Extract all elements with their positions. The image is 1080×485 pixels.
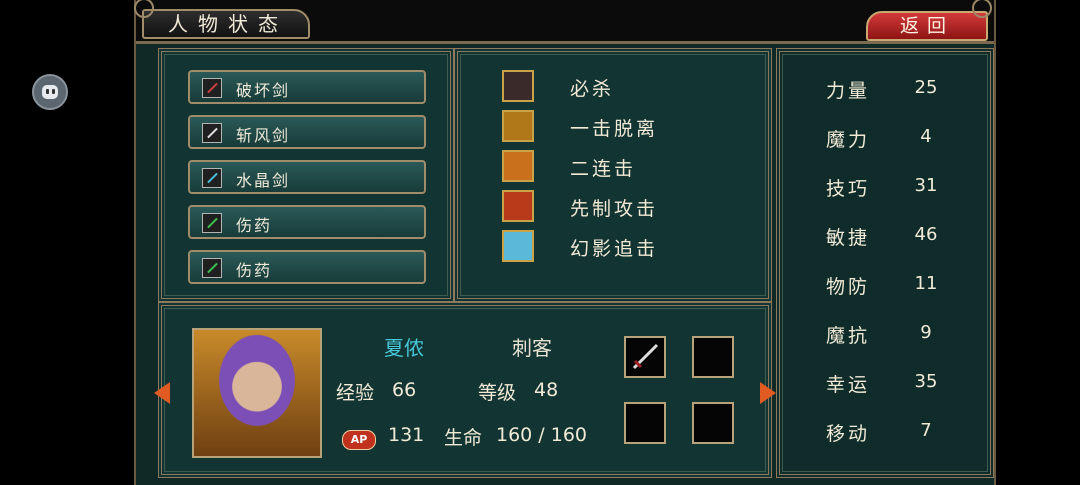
equipment-slot[interactable] <box>624 336 666 378</box>
phantom-slash-icon[interactable] <box>502 230 534 262</box>
item-slot[interactable]: 破坏剑 <box>188 70 426 104</box>
skills-panel: 必杀 一击脱离 二连击 先制攻击 幻影追击 <box>454 48 772 302</box>
item-label: 破坏剑 <box>236 81 291 100</box>
skill-label: 先制攻击 <box>570 198 659 220</box>
hp-label: 生命 <box>444 427 483 449</box>
prev-character-arrow-icon[interactable] <box>154 382 170 404</box>
skill-label: 必杀 <box>570 78 615 100</box>
item-label: 水晶剑 <box>236 171 291 190</box>
character-panel: 夏侬 刺客 经验 66 等级 48 AP 131 生命 160 / 160 <box>154 302 776 478</box>
stat-name: 敏捷 <box>826 227 871 249</box>
skill-label: 幻影追击 <box>570 238 659 260</box>
next-character-arrow-icon[interactable] <box>760 382 776 404</box>
item-slot[interactable]: 伤药 <box>188 205 426 239</box>
character-name: 夏侬 <box>384 336 424 360</box>
stat-name: 物防 <box>826 276 871 298</box>
robot-face-icon <box>42 85 58 99</box>
stat-name: 移动 <box>826 423 871 445</box>
potion-icon <box>202 258 222 278</box>
exp-value: 66 <box>392 379 417 401</box>
item-slot[interactable]: 伤药 <box>188 250 426 284</box>
character-portrait <box>192 328 322 458</box>
twin-blade-icon[interactable] <box>502 150 534 182</box>
stat-value: 31 <box>914 175 938 196</box>
stat-value: 35 <box>914 371 938 392</box>
level-label: 等级 <box>478 382 517 404</box>
stat-value: 9 <box>920 322 932 343</box>
stat-value: 46 <box>914 224 938 245</box>
item-label: 伤药 <box>236 216 273 235</box>
stats-panel: 力量 25 魔力 4 技巧 31 敏捷 46 物防 11 魔抗 9 幸运 35 … <box>776 48 994 478</box>
red-demon-icon[interactable] <box>502 190 534 222</box>
sword-icon <box>202 78 222 98</box>
item-slot[interactable]: 水晶剑 <box>188 160 426 194</box>
item-label: 伤药 <box>236 261 273 280</box>
demon-mask-icon[interactable] <box>502 70 534 102</box>
item-label: 斩风剑 <box>236 126 291 145</box>
stat-name: 魔力 <box>826 129 871 151</box>
skill-label: 一击脱离 <box>570 118 659 140</box>
equipment-slot[interactable] <box>692 336 734 378</box>
stat-name: 技巧 <box>826 178 871 200</box>
stat-name: 魔抗 <box>826 325 871 347</box>
stat-name: 幸运 <box>826 374 871 396</box>
sword-icon <box>202 168 222 188</box>
top-bar: 人物状态 返回 <box>134 0 994 44</box>
potion-icon <box>202 213 222 233</box>
ap-badge: AP <box>342 430 376 450</box>
equipment-slot[interactable] <box>692 402 734 444</box>
hp-value: 160 / 160 <box>496 424 588 446</box>
floating-assistant-bubble[interactable] <box>32 74 68 110</box>
page-title: 人物状态 <box>142 9 310 39</box>
items-panel: 破坏剑 斩风剑 水晶剑 伤药 伤药 <box>158 48 454 302</box>
sword-icon <box>202 123 222 143</box>
stat-value: 25 <box>914 77 938 98</box>
status-screen: 人物状态 返回 破坏剑 斩风剑 水晶剑 伤药 伤药 必杀 一击脱离 二连击 先制… <box>134 0 996 485</box>
beast-strike-icon[interactable] <box>502 110 534 142</box>
stat-value: 11 <box>914 273 938 294</box>
equipment-slot[interactable] <box>624 402 666 444</box>
ap-value: 131 <box>388 424 425 446</box>
return-button[interactable]: 返回 <box>866 11 988 41</box>
character-class: 刺客 <box>512 336 552 360</box>
dagger-icon <box>632 343 659 370</box>
stat-value: 7 <box>920 420 932 441</box>
stat-value: 4 <box>920 126 932 147</box>
exp-label: 经验 <box>336 382 375 404</box>
level-value: 48 <box>534 379 559 401</box>
item-slot[interactable]: 斩风剑 <box>188 115 426 149</box>
skill-label: 二连击 <box>570 158 637 180</box>
stat-name: 力量 <box>826 80 871 102</box>
ornament-corner-icon <box>972 0 992 18</box>
